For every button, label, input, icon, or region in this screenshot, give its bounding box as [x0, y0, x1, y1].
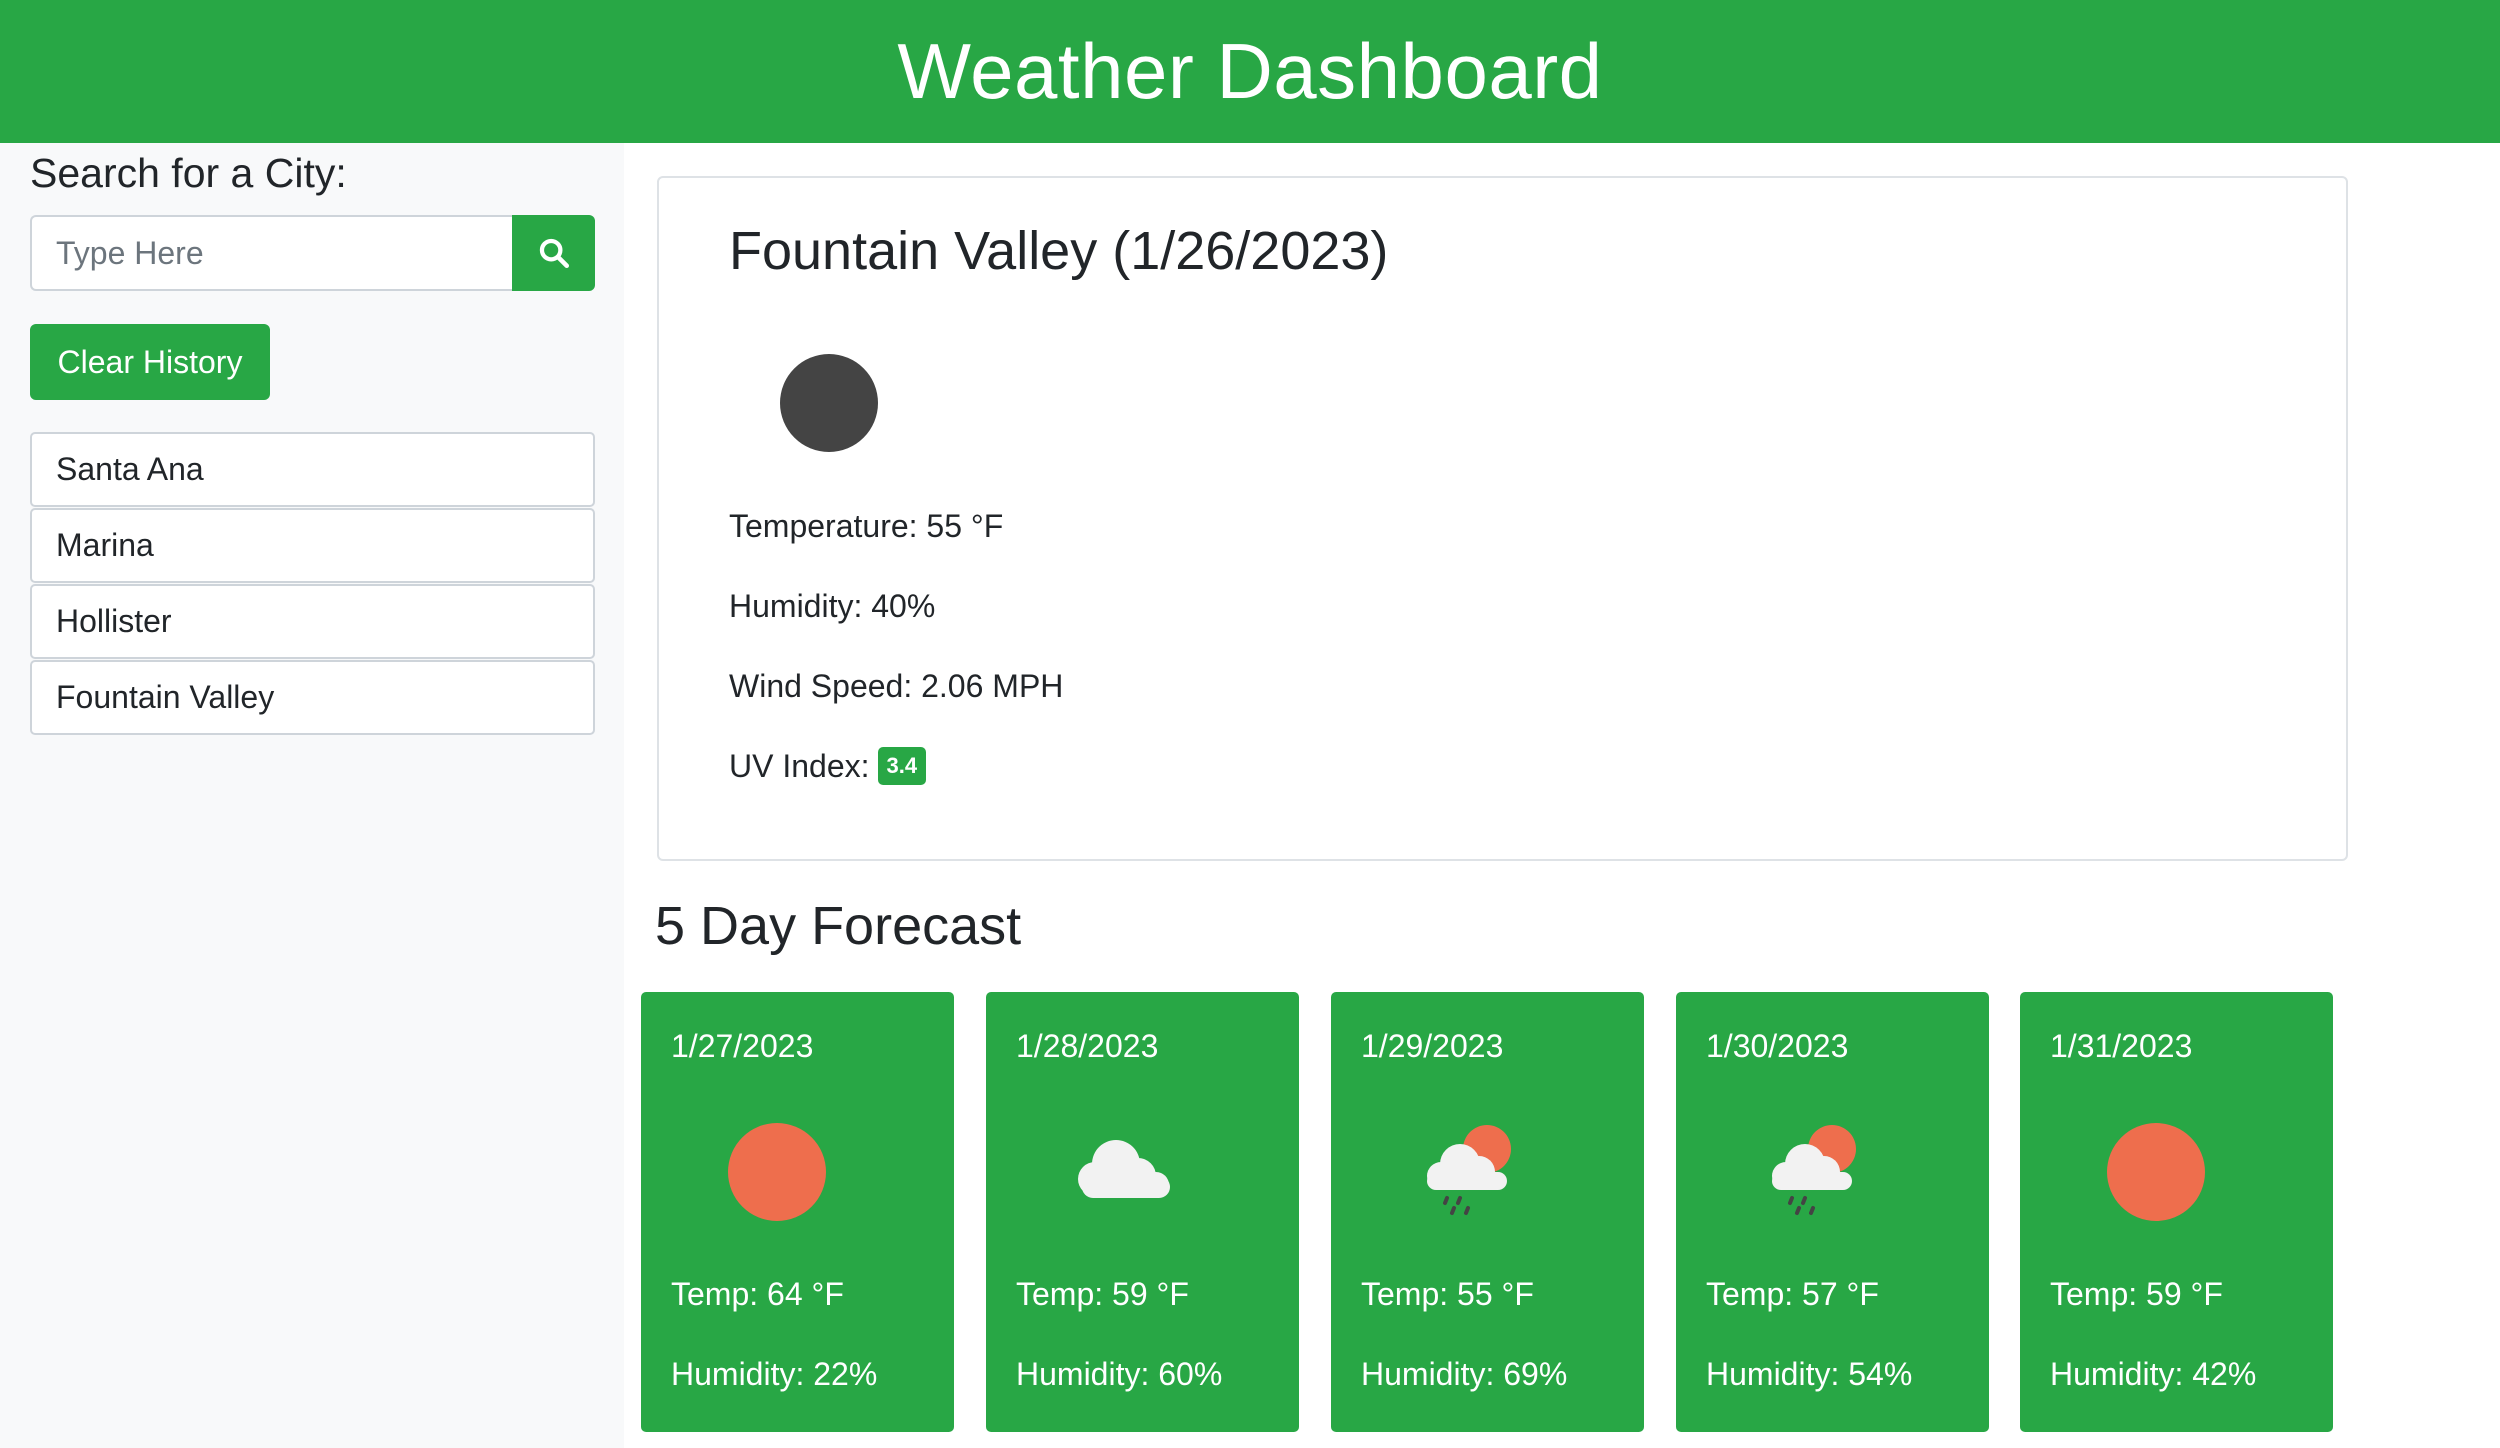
search-group — [30, 215, 595, 291]
forecast-row: 1/27/2023 Temp: 64 °F Humidity: 22% 1/28… — [641, 992, 2333, 1432]
search-button[interactable] — [512, 215, 595, 291]
history-item-marina[interactable]: Marina — [30, 508, 595, 583]
history-item-hollister[interactable]: Hollister — [30, 584, 595, 659]
forecast-humidity: Humidity: 54% — [1706, 1356, 1913, 1392]
current-temperature: Temperature: 55 °F — [729, 508, 1004, 544]
forecast-card: 1/31/2023 Temp: 59 °F Humidity: 42% — [2020, 992, 2333, 1432]
forecast-temp: Temp: 59 °F — [2050, 1276, 2223, 1312]
search-history-list: Santa Ana Marina Hollister Fountain Vall… — [30, 432, 595, 736]
forecast-date: 1/28/2023 — [1016, 1028, 1159, 1064]
current-city-title: Fountain Valley (1/26/2023) — [729, 221, 1389, 281]
search-icon — [539, 238, 569, 269]
clear-history-button[interactable]: Clear History — [30, 324, 270, 400]
page-title: Weather Dashboard — [897, 27, 1603, 115]
sun-icon — [728, 1123, 826, 1221]
moon-icon — [780, 354, 878, 452]
forecast-temp: Temp: 64 °F — [671, 1276, 844, 1312]
forecast-temp: Temp: 59 °F — [1016, 1276, 1189, 1312]
forecast-card: 1/30/2023 Temp: 57 °F Humidity: 54% — [1676, 992, 1989, 1432]
app-header: Weather Dashboard — [0, 0, 2500, 143]
sun-rain-cloud-icon — [1427, 1125, 1511, 1215]
cloud-icon — [1078, 1140, 1170, 1198]
uv-index-badge: 3.4 — [877, 746, 927, 785]
history-item-santa-ana[interactable]: Santa Ana — [30, 432, 595, 507]
forecast-date: 1/27/2023 — [671, 1028, 814, 1064]
forecast-temp: Temp: 55 °F — [1361, 1276, 1534, 1312]
forecast-title: 5 Day Forecast — [655, 896, 1022, 956]
sun-rain-cloud-icon — [1772, 1125, 1856, 1215]
forecast-date: 1/31/2023 — [2050, 1028, 2193, 1064]
forecast-temp: Temp: 57 °F — [1706, 1276, 1879, 1312]
current-humidity: Humidity: 40% — [729, 588, 936, 624]
current-weather-card: Fountain Valley (1/26/2023) Temperature:… — [657, 176, 2348, 861]
forecast-card: 1/28/2023 Temp: 59 °F Humidity: 60% — [986, 992, 1299, 1432]
forecast-humidity: Humidity: 60% — [1016, 1356, 1223, 1392]
forecast-humidity: Humidity: 69% — [1361, 1356, 1568, 1392]
forecast-humidity: Humidity: 42% — [2050, 1356, 2257, 1392]
search-label: Search for a City: — [30, 150, 347, 196]
forecast-card: 1/29/2023 Temp: 55 °F Humidity: 69% — [1331, 992, 1644, 1432]
current-wind-speed: Wind Speed: 2.06 MPH — [729, 668, 1064, 704]
sun-icon — [2107, 1123, 2205, 1221]
forecast-date: 1/30/2023 — [1706, 1028, 1849, 1064]
forecast-humidity: Humidity: 22% — [671, 1356, 878, 1392]
current-uv-row: UV Index: 3.4 — [729, 746, 927, 788]
search-input[interactable] — [30, 215, 512, 291]
history-item-fountain-valley[interactable]: Fountain Valley — [30, 660, 595, 735]
uv-index-label: UV Index: — [729, 748, 870, 784]
forecast-card: 1/27/2023 Temp: 64 °F Humidity: 22% — [641, 992, 954, 1432]
forecast-date: 1/29/2023 — [1361, 1028, 1504, 1064]
